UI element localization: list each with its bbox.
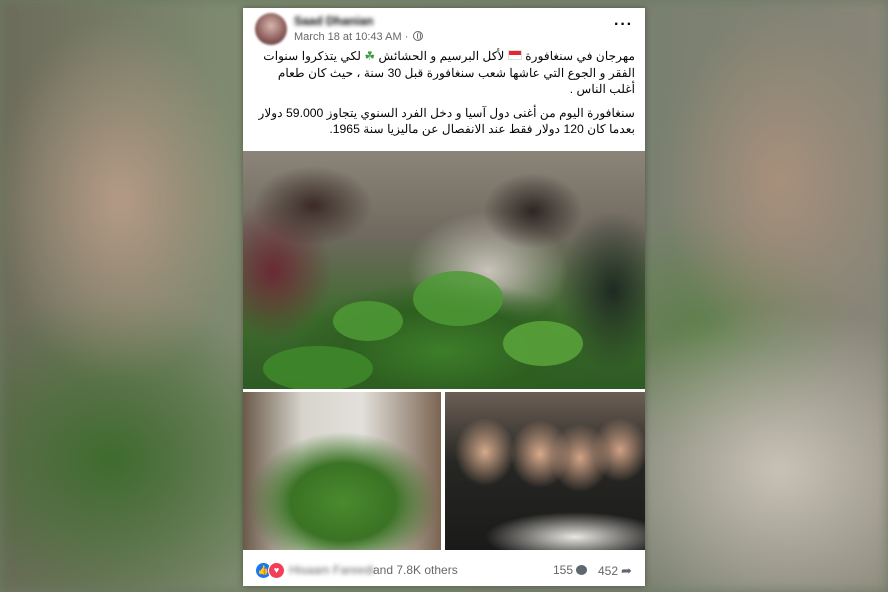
comment-count[interactable]: 155 (553, 563, 588, 577)
shamrock-icon: ☘ (364, 49, 376, 63)
post-timestamp[interactable]: March 18 at 10:43 AM (294, 31, 402, 43)
greens-detail (263, 346, 373, 389)
post-meta: March 18 at 10:43 AM · (294, 31, 424, 43)
comment-count-value: 155 (553, 563, 574, 577)
facebook-post-card: Saad Dhanian March 18 at 10:43 AM · ··· … (243, 8, 645, 586)
post-header: Saad Dhanian March 18 at 10:43 AM · ··· (243, 8, 645, 48)
greens-detail (503, 321, 583, 366)
greens-detail (413, 271, 503, 326)
share-count-value: 452 (598, 564, 619, 578)
comment-icon (576, 565, 588, 575)
post-text: مهرجان في سنغافورة لأكل البرسيم و الحشائ… (255, 48, 635, 145)
post-photo-eating-crowd[interactable] (445, 392, 645, 550)
love-icon[interactable]: ♥ (268, 562, 285, 579)
paragraph1-part-a: مهرجان في سنغافورة (525, 49, 635, 63)
author-avatar[interactable] (255, 13, 287, 45)
share-icon: ➦ (621, 563, 632, 578)
post-paragraph-2: سنغافورة اليوم من أغنى دول آسيا و دخل ال… (258, 105, 635, 137)
singapore-flag-icon (507, 50, 522, 60)
greens-detail (333, 301, 403, 341)
more-options-icon[interactable]: ··· (614, 16, 633, 34)
author-name[interactable]: Saad Dhanian (294, 14, 373, 28)
globe-icon (413, 31, 424, 41)
meta-separator: · (404, 31, 409, 43)
post-paragraph-1: مهرجان في سنغافورة لأكل البرسيم و الحشائ… (255, 48, 635, 98)
share-count[interactable]: 452 ➦ (598, 563, 632, 579)
paragraph1-part-b: لأكل البرسيم و الحشائش (378, 49, 505, 63)
reaction-others[interactable]: and 7.8K others (373, 563, 458, 577)
reactor-name[interactable]: Hisaam Fareedi (289, 563, 374, 577)
post-photo-main[interactable] (243, 151, 645, 389)
post-footer: 👍 ♥ Hisaam Fareedi and 7.8K others 155 4… (243, 550, 645, 586)
post-photo-grass-mound[interactable] (243, 392, 441, 550)
